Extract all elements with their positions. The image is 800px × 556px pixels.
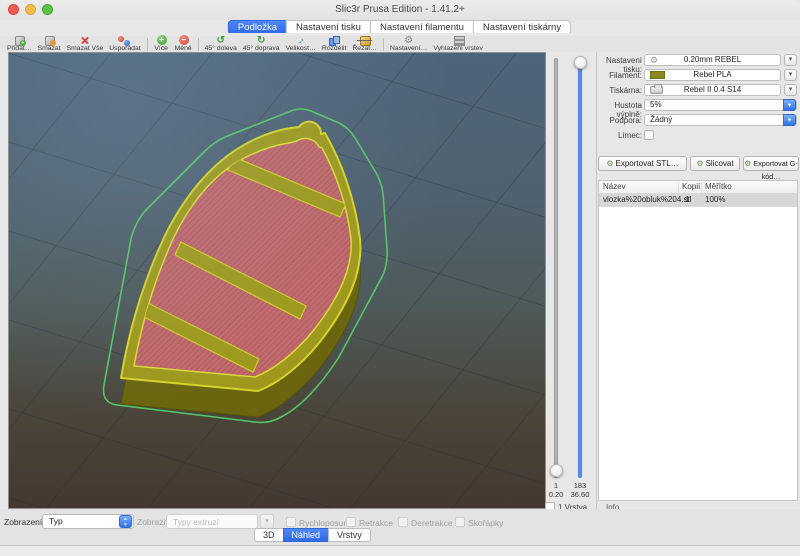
print-settings-dropdown-button[interactable]: ▾ [784,54,797,66]
printer-dropdown-button[interactable]: ▾ [784,84,797,96]
toolbar-separator [383,38,384,51]
extrusion-type-combo[interactable] [166,514,258,529]
split-button[interactable]: Rozdělit [319,36,350,52]
support-label: Podpora: [598,116,642,125]
toolbar-separator [198,38,199,51]
scale-button[interactable]: ↔ Velikost… [283,36,319,52]
unretractions-checkbox[interactable] [398,517,408,527]
export-stl-button[interactable]: ⚙Exportovat STL… [598,156,687,171]
rotate-right-icon: ↻ [254,36,269,45]
layer-slider-max-knob[interactable] [574,56,587,69]
add-button[interactable]: + Přidat… [4,36,35,52]
chevron-down-icon[interactable]: ▾ [783,99,796,111]
filament-dropdown-button[interactable]: ▾ [784,69,797,81]
view-tab-3d[interactable]: 3D [254,528,284,542]
rotate-right-button[interactable]: ↻ 45° doprava [240,36,283,52]
view-tab-layers[interactable]: Vrstvy [328,528,371,542]
export-gcode-button[interactable]: ⚙Exportovat G-kód… [743,156,799,171]
print-settings-combo[interactable]: ⚙ 0.20mm REBEL [644,54,781,66]
brim-checkbox[interactable] [644,130,654,140]
object-list-header: Název Kopií Měřítko [599,181,797,194]
arrange-icon [117,36,132,45]
split-icon [327,36,342,45]
chevron-down-icon: ▾ [789,71,793,78]
object-copies-cell: 1 [685,195,689,204]
chevron-down-icon: ▾ [789,56,793,63]
filament-swatch [650,71,665,79]
settings-panel: Nastavení tisku: ⚙ 0.20mm REBEL ▾ Filame… [598,52,800,556]
window-title: Slic3r Prusa Edition - 1.41.2+ [0,4,800,15]
slice-icon: ⚙ [696,159,703,168]
print-settings-icon: ⚙ [650,56,658,65]
display-mode-select[interactable]: Typ ▲▼ [42,514,134,529]
layer-smoothing-button[interactable]: Vyhlazení vrstev [430,36,486,52]
retractions-label: Retrakce [359,518,393,528]
cut-button[interactable]: Řezat… [349,36,380,52]
chevron-down-icon[interactable]: ▾ [783,114,796,126]
retractions-checkbox[interactable] [346,517,356,527]
settings-icon: ⚙ [401,36,416,45]
layer-slider-min-track[interactable] [554,58,558,478]
slider-max-height: 36.60 [563,490,597,499]
view-tab-preview[interactable]: Náhled [283,528,330,542]
rotate-left-button[interactable]: ↺ 45° doleva [202,36,240,52]
delete-icon [42,36,57,45]
column-header-copies[interactable]: Kopií [682,182,700,191]
fewer-copies-button[interactable]: − Méně [172,36,195,52]
printer-label: Tiskárna: [598,86,642,95]
printer-combo[interactable]: Rebel II 0.4 S14 [644,84,781,96]
object-settings-button[interactable]: ⚙ Nastavení… [387,36,430,52]
extrusion-type-input[interactable] [167,515,257,528]
column-header-scale[interactable]: Měřítko [705,182,732,191]
layer-slider-min-knob[interactable] [550,464,563,477]
status-bar [0,545,800,556]
display-label: Zobrazení [4,517,42,527]
shells-label: Skořápky [468,518,503,528]
travel-label: Rychloposun [299,518,348,528]
layer-smoothing-icon [451,36,466,45]
stepper-arrows-icon[interactable]: ▲▼ [119,515,132,528]
filament-label: Filament: [598,71,642,80]
infill-select[interactable]: 5% ▾ [644,99,797,111]
scale-icon: ↔ [293,36,308,45]
3d-viewport[interactable] [8,52,546,509]
object-name-cell: vlozka%20obluk%204.stl [603,195,692,204]
chevron-down-icon: ▾ [789,86,793,93]
view-tab-bar: 3D Náhled Vrstvy [255,528,371,542]
slice-button[interactable]: ⚙Slicovat [690,156,740,171]
toolbar: + Přidat… Smazat Smazat Vše Uspořádat + … [0,36,800,52]
unretractions-label: Deretrakce [411,518,453,528]
more-icon: + [154,36,169,45]
titlebar: Slic3r Prusa Edition - 1.41.2+ [0,0,800,20]
export-icon: ⚙ [606,159,613,168]
panel-divider[interactable] [596,52,597,546]
delete-all-icon [77,36,92,45]
slider-max-value: 183 [563,481,597,490]
chevron-down-icon: ▾ [265,518,269,525]
printer-icon [650,86,663,94]
rotate-left-icon: ↺ [213,36,228,45]
more-copies-button[interactable]: + Více [151,36,172,52]
toolbar-separator [147,38,148,51]
layer-slider-max-track[interactable] [578,58,582,478]
delete-all-button[interactable]: Smazat Vše [64,36,107,52]
arrange-button[interactable]: Uspořádat [106,36,143,52]
fewer-icon: − [176,36,191,45]
shells-checkbox[interactable] [455,517,465,527]
support-select[interactable]: Žádný ▾ [644,114,797,126]
extrusion-type-dropdown-button[interactable]: ▾ [260,514,274,529]
show-label: Zobrazit [137,517,168,527]
filament-combo[interactable]: Rebel PLA [644,69,781,81]
viewport-lighting [9,53,545,508]
add-icon: + [12,36,27,45]
table-row[interactable]: vlozka%20obluk%204.stl 1 100% [599,194,797,207]
export-icon: ⚙ [744,159,751,168]
column-header-name[interactable]: Název [603,182,626,191]
cut-icon [357,36,372,45]
travel-checkbox[interactable] [286,517,296,527]
delete-button[interactable]: Smazat [35,36,64,52]
brim-label: Límec: [598,131,642,140]
object-list[interactable]: Název Kopií Měřítko vlozka%20obluk%204.s… [598,180,798,501]
object-scale-cell: 100% [705,195,725,204]
